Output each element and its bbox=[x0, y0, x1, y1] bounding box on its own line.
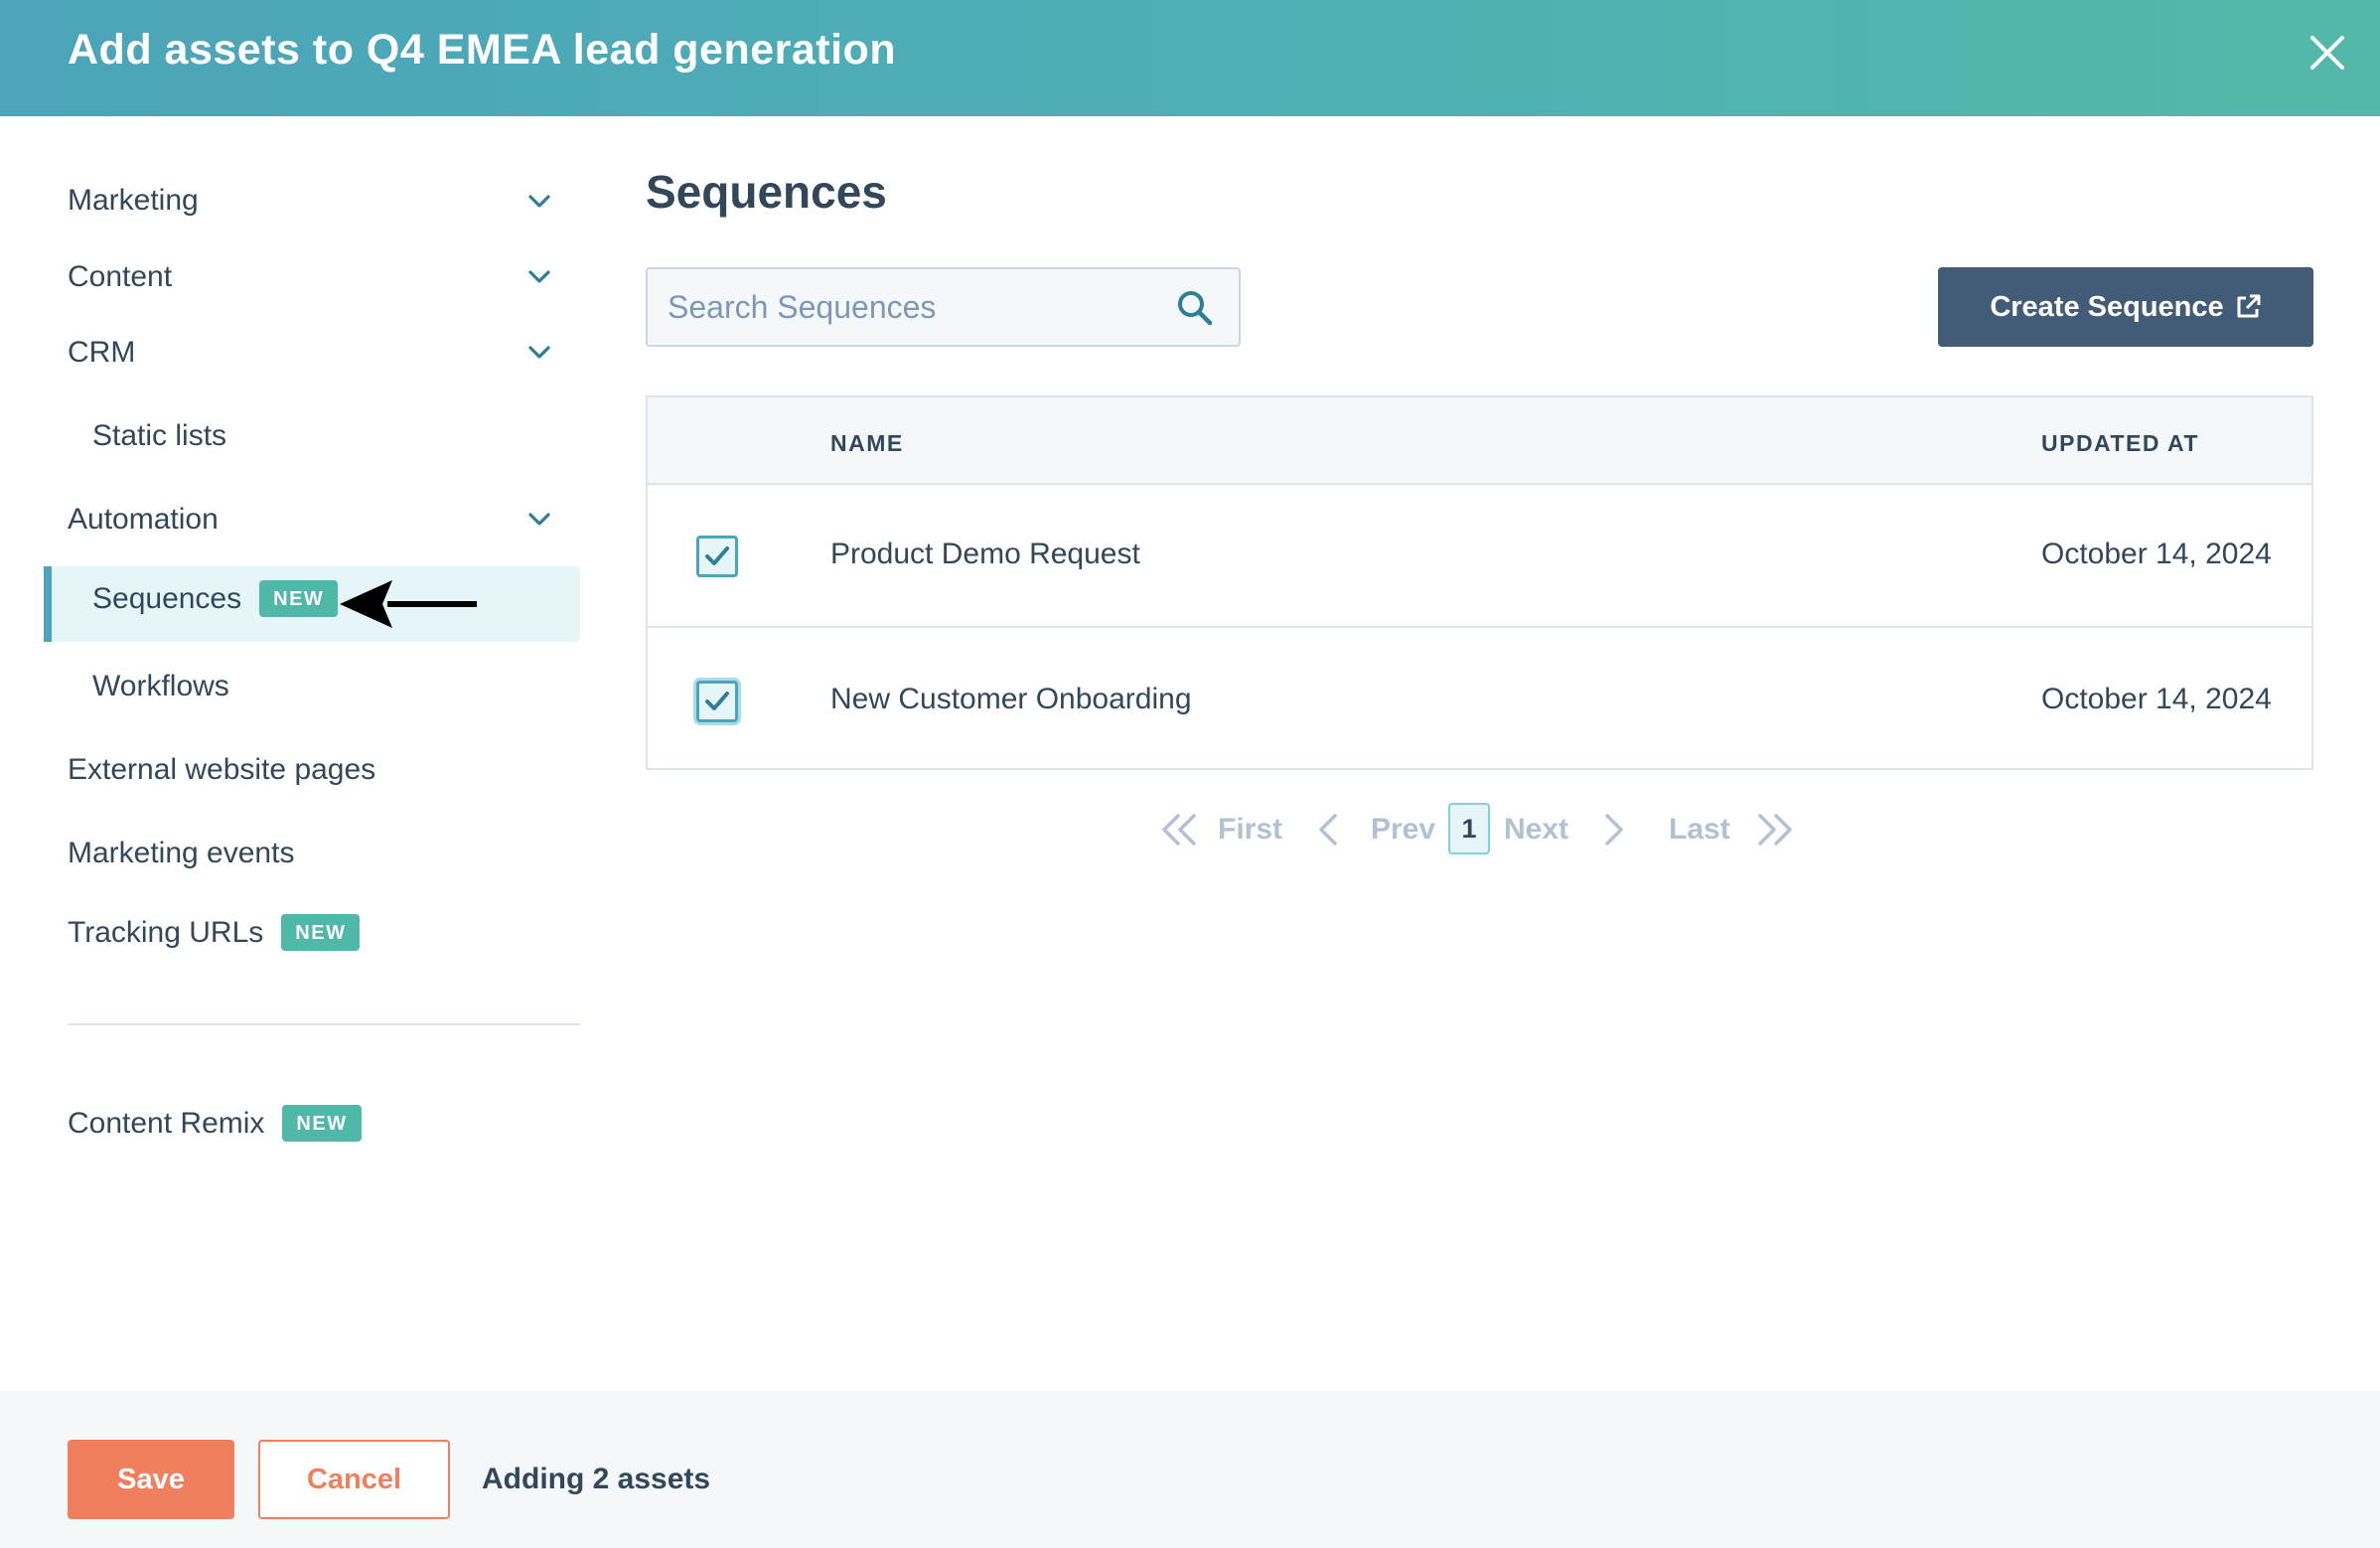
sidebar-item-static-lists[interactable]: Static lists bbox=[92, 419, 226, 453]
close-button[interactable] bbox=[2303, 28, 2352, 77]
sidebar-item-sequences[interactable]: Sequences NEW bbox=[92, 580, 339, 617]
sidebar-item-content[interactable]: Content bbox=[68, 260, 172, 294]
pagination-prev-label[interactable]: Prev bbox=[1371, 801, 1440, 856]
pagination-first-text: First bbox=[1218, 813, 1283, 846]
double-chevron-right-icon bbox=[1758, 814, 1792, 846]
sidebar-item-label: CRM bbox=[68, 336, 136, 369]
double-chevron-left-icon bbox=[1162, 814, 1196, 846]
sidebar-item-label: Sequences bbox=[92, 581, 242, 615]
column-header-updated-at[interactable]: UPDATED AT bbox=[2041, 430, 2199, 457]
sidebar-item-crm[interactable]: CRM bbox=[68, 336, 135, 370]
checkmark-icon bbox=[705, 692, 729, 710]
sequence-name[interactable]: Product Demo Request bbox=[830, 538, 1140, 571]
chevron-left-icon bbox=[1319, 814, 1337, 846]
save-button[interactable]: Save bbox=[68, 1440, 234, 1519]
pagination-last-text: Last bbox=[1669, 813, 1730, 846]
pagination-next-label[interactable]: Next bbox=[1504, 801, 1583, 856]
modal-header: Add assets to Q4 EMEA lead generation bbox=[0, 0, 2380, 116]
sidebar-item-tracking-urls[interactable]: Tracking URLs NEW bbox=[68, 914, 361, 951]
pagination-next[interactable] bbox=[1601, 801, 1631, 856]
sidebar-item-external-website-pages[interactable]: External website pages bbox=[68, 753, 375, 787]
external-link-icon bbox=[2237, 294, 2261, 318]
sidebar-item-automation[interactable]: Automation bbox=[68, 503, 219, 537]
updated-at: October 14, 2024 bbox=[2041, 683, 2272, 715]
new-badge: NEW bbox=[259, 580, 339, 617]
sidebar-item-label: Workflows bbox=[92, 670, 229, 702]
chevron-down-icon[interactable] bbox=[524, 338, 554, 368]
pagination-first[interactable] bbox=[1158, 801, 1208, 856]
create-sequence-label: Create Sequence bbox=[1990, 290, 2224, 323]
sidebar-item-label: Content bbox=[68, 260, 173, 293]
pagination-current-page[interactable]: 1 bbox=[1448, 803, 1490, 854]
create-sequence-button[interactable]: Create Sequence bbox=[1938, 267, 2313, 347]
close-icon bbox=[2310, 36, 2344, 70]
pagination-last[interactable] bbox=[1752, 801, 1802, 856]
pagination-last-label[interactable]: Last bbox=[1669, 801, 1738, 856]
pagination-prev[interactable] bbox=[1315, 801, 1345, 856]
pagination-first-label[interactable]: First bbox=[1218, 801, 1287, 856]
chevron-right-icon bbox=[1605, 814, 1623, 846]
sidebar-item-workflows[interactable]: Workflows bbox=[92, 670, 229, 703]
sidebar-item-label: Marketing events bbox=[68, 837, 295, 869]
chevron-down-icon[interactable] bbox=[524, 262, 554, 292]
sidebar-divider bbox=[68, 1023, 580, 1025]
sidebar-item-marketing-events[interactable]: Marketing events bbox=[68, 837, 294, 870]
column-header-name[interactable]: NAME bbox=[830, 430, 904, 457]
sidebar-item-label: Marketing bbox=[68, 184, 199, 217]
table-row[interactable]: New Customer Onboarding October 14, 2024 bbox=[648, 630, 2311, 773]
sidebar-item-label: External website pages bbox=[68, 753, 376, 786]
checkmark-icon bbox=[705, 546, 729, 565]
search-input[interactable] bbox=[668, 283, 1144, 331]
sidebar-item-label: Automation bbox=[68, 503, 219, 536]
row-checkbox[interactable] bbox=[696, 536, 738, 577]
search-icon[interactable] bbox=[1176, 289, 1214, 327]
sidebar-item-content-remix[interactable]: Content Remix NEW bbox=[68, 1105, 362, 1142]
search-box bbox=[646, 267, 1241, 347]
chevron-down-icon[interactable] bbox=[524, 505, 554, 535]
table-header: NAME UPDATED AT bbox=[648, 397, 2311, 485]
selection-status: Adding 2 assets bbox=[482, 1463, 711, 1495]
sequence-name[interactable]: New Customer Onboarding bbox=[830, 683, 1192, 716]
page-title: Sequences bbox=[646, 166, 887, 218]
chevron-down-icon[interactable] bbox=[524, 187, 554, 217]
pointer-arrow-icon bbox=[340, 580, 477, 628]
sidebar-item-label: Tracking URLs bbox=[68, 915, 264, 949]
sidebar-item-label: Content Remix bbox=[68, 1106, 265, 1140]
cancel-button[interactable]: Cancel bbox=[258, 1440, 450, 1519]
sequences-table: NAME UPDATED AT Product Demo Request Oct… bbox=[646, 395, 2313, 770]
modal-title: Add assets to Q4 EMEA lead generation bbox=[68, 26, 897, 74]
pagination-next-text: Next bbox=[1504, 813, 1569, 846]
new-badge: NEW bbox=[282, 1105, 362, 1142]
row-checkbox[interactable] bbox=[696, 681, 738, 722]
updated-at: October 14, 2024 bbox=[2041, 538, 2272, 570]
modal-footer: Save Cancel Adding 2 assets bbox=[0, 1391, 2380, 1548]
sidebar-item-label: Static lists bbox=[92, 419, 227, 452]
new-badge: NEW bbox=[281, 914, 361, 951]
pagination-prev-text: Prev bbox=[1371, 813, 1436, 846]
sidebar-item-marketing[interactable]: Marketing bbox=[68, 184, 199, 218]
table-row[interactable]: Product Demo Request October 14, 2024 bbox=[648, 485, 2311, 628]
